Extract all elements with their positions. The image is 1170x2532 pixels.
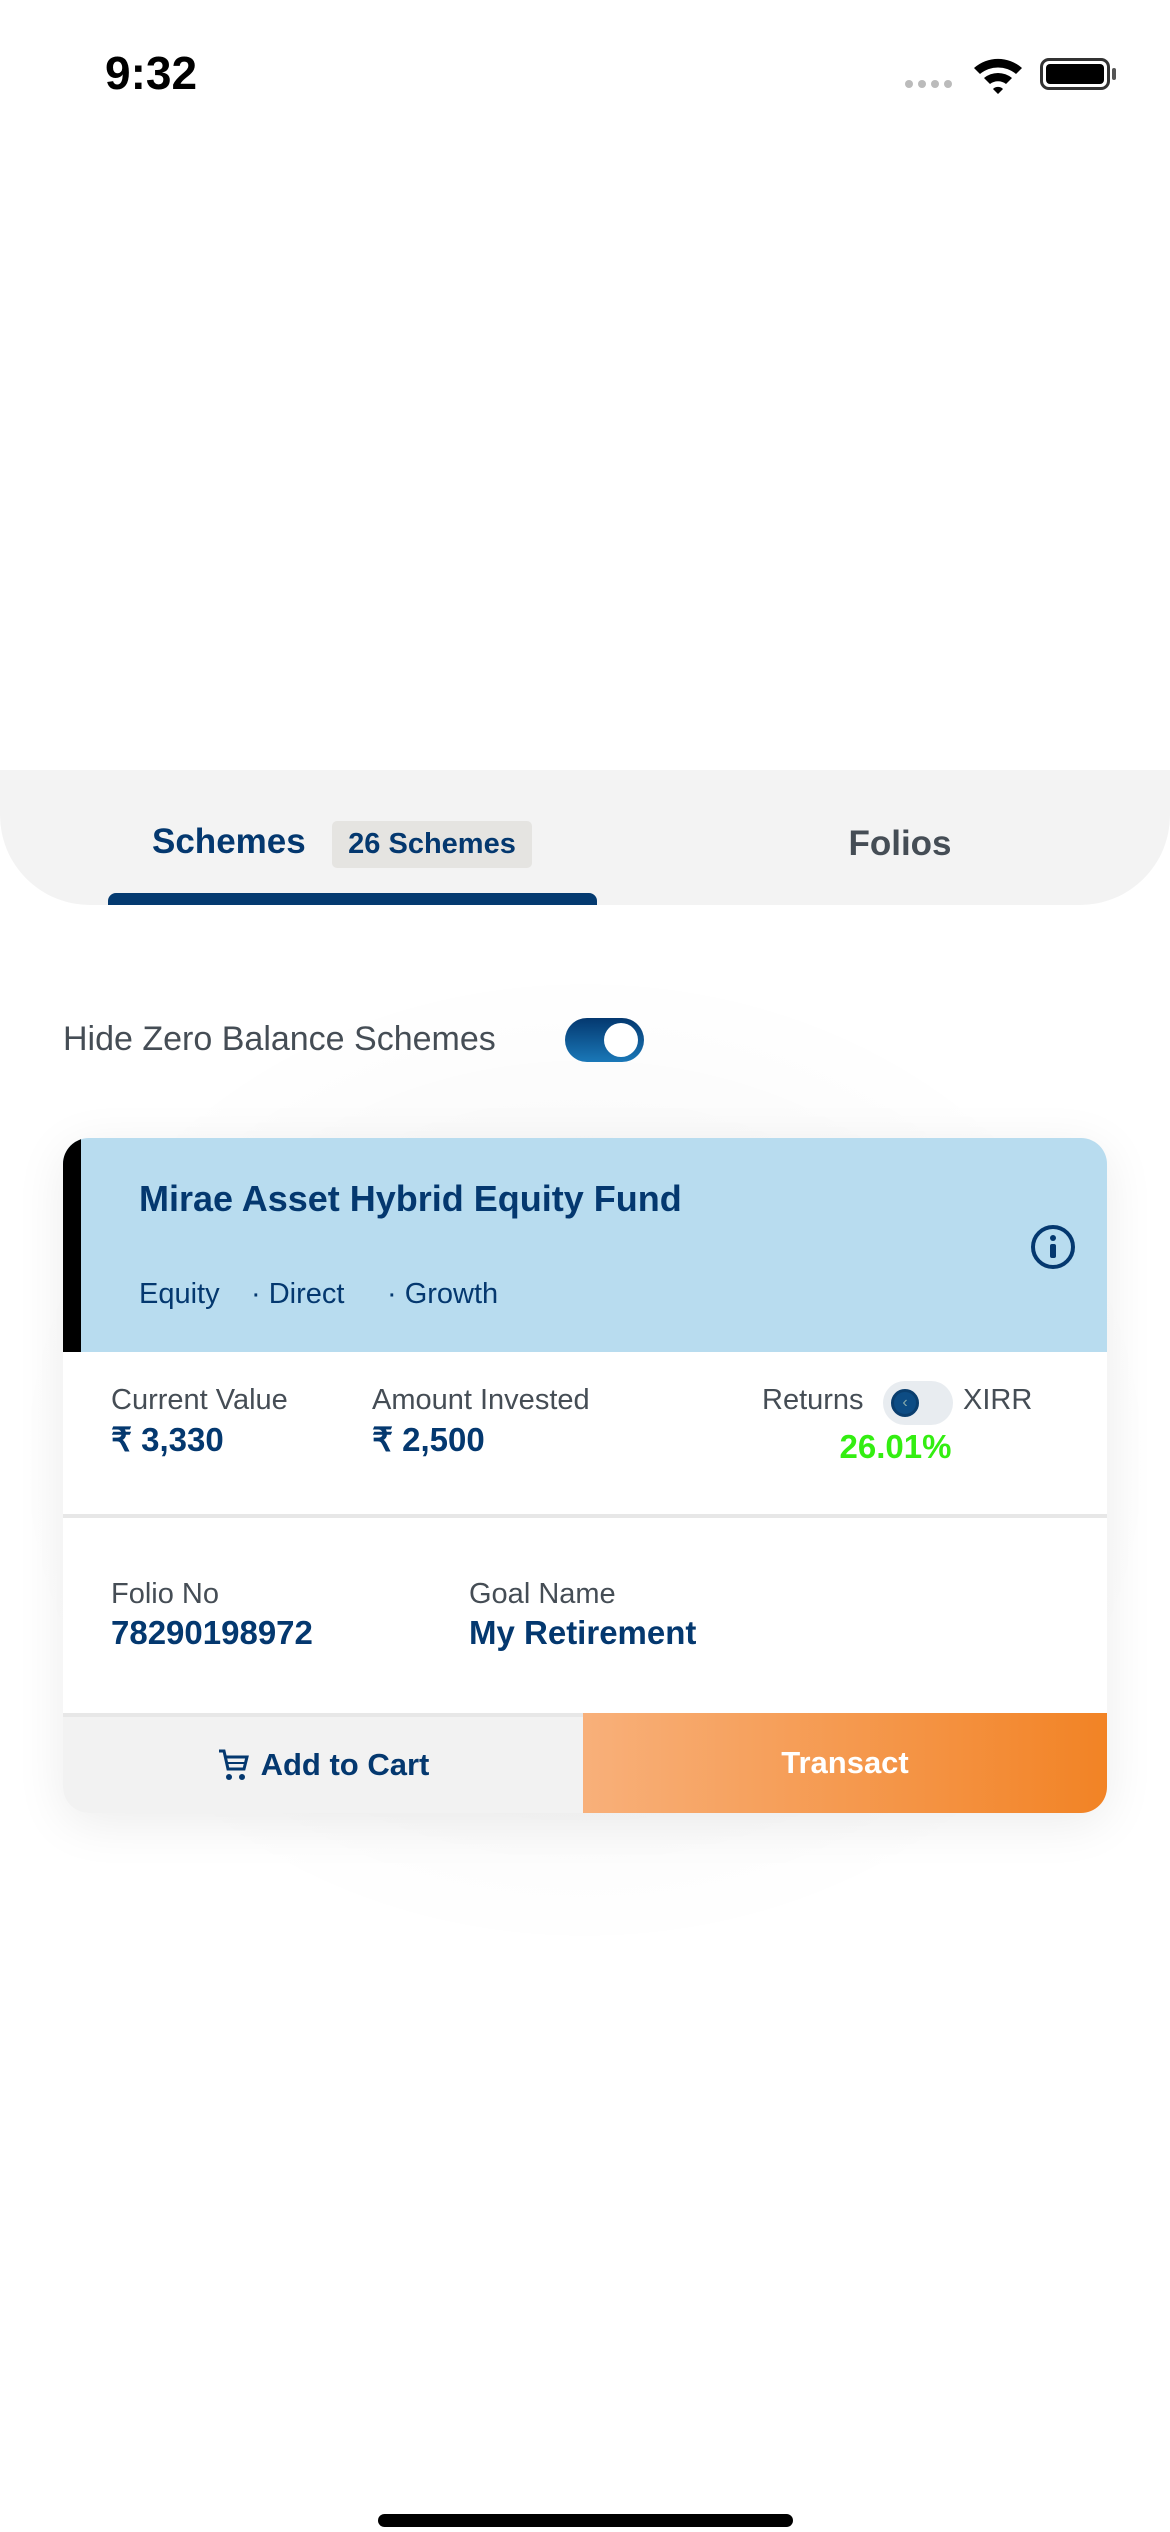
folio-label: Folio No bbox=[111, 1578, 219, 1610]
hide-zero-balance-toggle[interactable] bbox=[565, 1018, 644, 1062]
xirr-label: XIRR bbox=[963, 1384, 1033, 1416]
battery-icon bbox=[1040, 58, 1110, 90]
scheme-option: · Growth bbox=[387, 1278, 499, 1310]
returns-xirr-toggle[interactable]: ‹ bbox=[883, 1381, 953, 1425]
tab-folios[interactable]: Folios bbox=[700, 824, 1100, 864]
scheme-card-header: Mirae Asset Hybrid Equity Fund Equity · … bbox=[63, 1138, 1107, 1352]
scheme-card[interactable]: Mirae Asset Hybrid Equity Fund Equity · … bbox=[63, 1138, 1107, 1813]
scheme-name: Mirae Asset Hybrid Equity Fund bbox=[139, 1178, 682, 1219]
schemes-count-badge: 26 Schemes bbox=[332, 821, 532, 868]
transact-button[interactable]: Transact bbox=[583, 1713, 1107, 1813]
status-time: 9:32 bbox=[105, 47, 198, 99]
transact-label: Transact bbox=[781, 1745, 909, 1780]
hide-zero-balance-label: Hide Zero Balance Schemes bbox=[63, 1020, 496, 1058]
add-to-cart-label: Add to Cart bbox=[260, 1747, 430, 1782]
goal-name-label: Goal Name bbox=[469, 1578, 616, 1610]
tab-schemes[interactable]: Schemes bbox=[152, 822, 306, 862]
chevron-left-icon: ‹ bbox=[891, 1389, 919, 1417]
folio-number: 78290198972 bbox=[111, 1614, 313, 1651]
battery-cap bbox=[1112, 68, 1116, 80]
wifi-icon bbox=[974, 58, 1022, 94]
amount-invested: ₹ 2,500 bbox=[372, 1421, 485, 1458]
cart-icon bbox=[218, 1749, 249, 1780]
goal-name: My Retirement bbox=[469, 1614, 697, 1651]
current-value-label: Current Value bbox=[111, 1384, 288, 1416]
returns-value: 26.01% bbox=[839, 1428, 952, 1465]
home-indicator[interactable] bbox=[378, 2514, 793, 2527]
amount-invested-label: Amount Invested bbox=[372, 1384, 590, 1416]
returns-label: Returns bbox=[762, 1384, 864, 1416]
scheme-category: Equity bbox=[139, 1278, 220, 1310]
add-to-cart-button[interactable]: Add to Cart bbox=[63, 1713, 583, 1813]
info-icon[interactable] bbox=[1030, 1224, 1076, 1270]
active-tab-indicator bbox=[108, 893, 597, 905]
divider bbox=[63, 1514, 1107, 1518]
cellular-signal-icon bbox=[905, 80, 952, 88]
scheme-plan: · Direct bbox=[251, 1278, 345, 1310]
current-value: ₹ 3,330 bbox=[111, 1421, 224, 1458]
